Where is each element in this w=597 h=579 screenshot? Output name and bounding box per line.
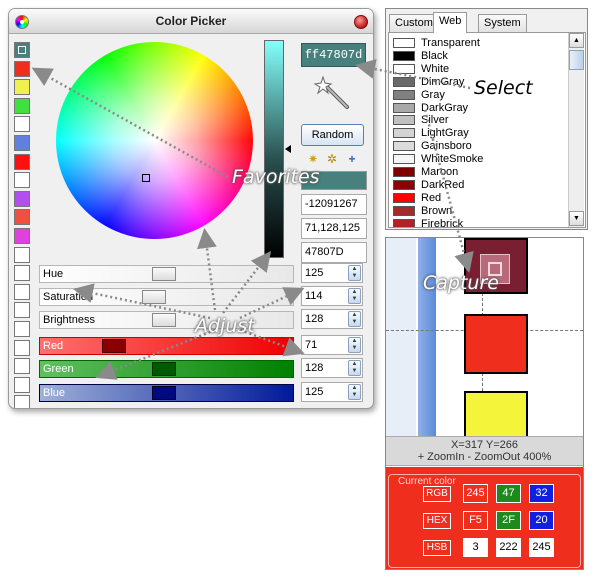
capture-annotation: Capture (423, 272, 499, 294)
select-annotation: Select (474, 77, 533, 99)
favorites-annotation: Favorites (232, 166, 320, 188)
tab-web[interactable]: Web (433, 12, 468, 33)
adjust-annotation: Adjust (195, 315, 255, 337)
